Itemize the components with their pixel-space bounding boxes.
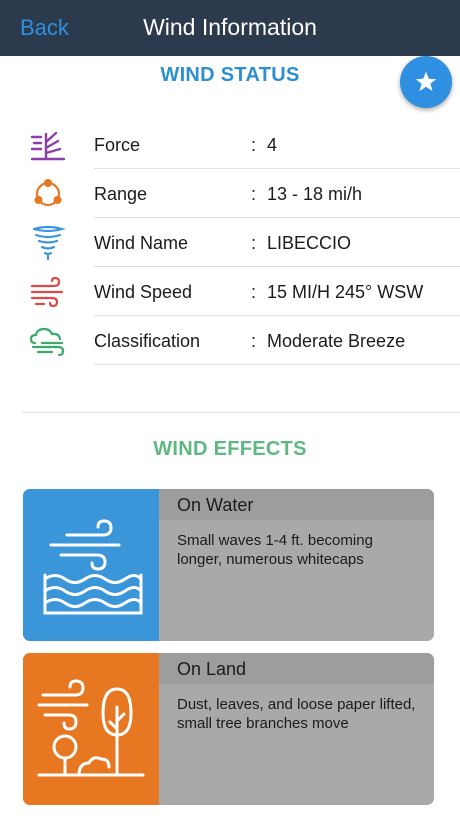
cloud-wind-icon	[29, 327, 65, 357]
status-row-range: Range : 13 - 18 mi/h	[0, 169, 460, 218]
status-label: Wind Name	[94, 233, 189, 253]
range-icon	[34, 179, 62, 207]
status-label: Wind Speed	[94, 282, 193, 302]
status-row-wind-speed: Wind Speed : 15 MI/H 245° WSW	[0, 267, 460, 316]
force-icon	[30, 131, 66, 161]
section-divider	[22, 412, 460, 413]
wind-effects-heading: WIND EFFECTS	[153, 438, 307, 460]
land-trees-icon	[37, 679, 145, 777]
status-label: Force	[94, 135, 141, 155]
water-waves-icon	[43, 519, 143, 615]
wind-status-heading: WIND STATUS	[160, 64, 300, 86]
card-title: On Water	[177, 495, 254, 515]
status-row-force: Force : 4	[0, 120, 460, 169]
status-separator: :	[251, 135, 257, 155]
status-separator: :	[251, 282, 257, 302]
status-value: LIBECCIO	[267, 233, 352, 253]
status-separator: :	[251, 184, 257, 204]
page-title: Wind Information	[143, 14, 317, 40]
nav-bar: Back Wind Information	[0, 0, 460, 56]
row-divider	[94, 364, 460, 365]
water-panel	[23, 489, 159, 641]
status-row-classification: Classification : Moderate Breeze	[0, 316, 460, 365]
card-header: On Land	[159, 653, 434, 684]
card-description: Dust, leaves, and loose paper lifted, sm…	[177, 696, 416, 732]
status-value: Moderate Breeze	[267, 331, 406, 351]
card-description: Small waves 1-4 ft. becoming longer, num…	[177, 532, 373, 568]
status-value: 13 - 18 mi/h	[267, 184, 363, 204]
status-value: 15 MI/H 245° WSW	[267, 282, 424, 302]
status-label: Classification	[94, 331, 201, 351]
status-label: Range	[94, 184, 148, 204]
card-header: On Water	[159, 489, 434, 520]
tornado-icon	[32, 226, 67, 260]
status-separator: :	[251, 233, 257, 253]
favorite-button[interactable]	[400, 56, 452, 108]
card-title: On Land	[177, 659, 247, 679]
status-separator: :	[251, 331, 257, 351]
status-row-wind-name: Wind Name : LIBECCIO	[0, 218, 460, 267]
status-value: 4	[267, 135, 278, 155]
star-icon	[415, 71, 437, 91]
wind-speed-icon	[30, 276, 64, 308]
effect-card-water: On Water Small waves 1-4 ft. becoming lo…	[23, 489, 434, 641]
effect-card-land: On Land Dust, leaves, and loose paper li…	[23, 653, 434, 805]
land-panel	[23, 653, 159, 805]
